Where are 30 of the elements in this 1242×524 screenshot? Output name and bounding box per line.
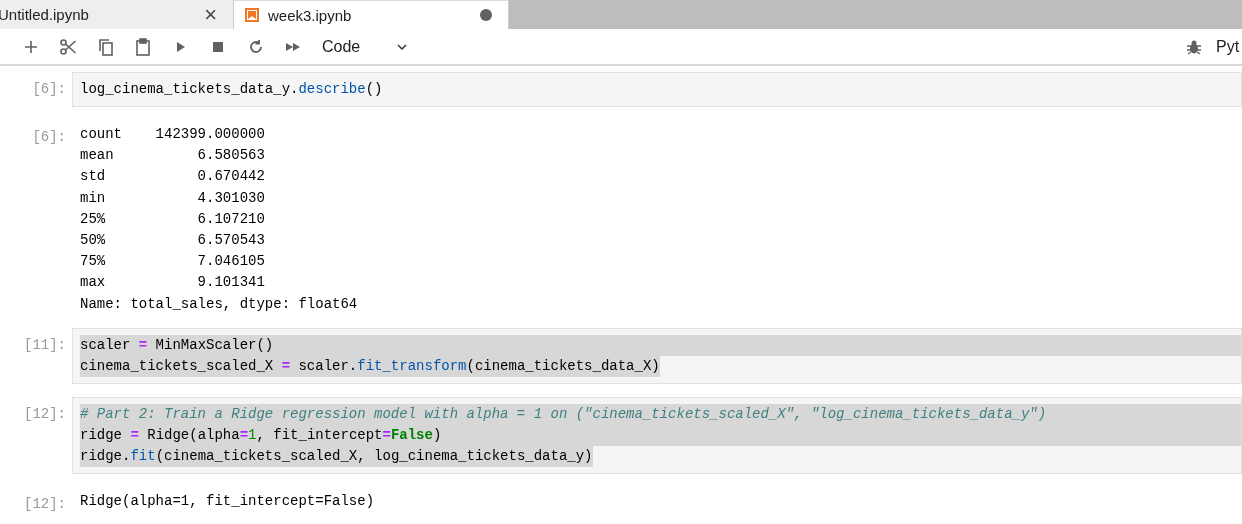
execution-count: [12]: xyxy=(23,404,67,424)
output-line: Name: total_sales, dtype: float64 xyxy=(80,294,358,314)
notebook-tab[interactable]: week3.ipynb xyxy=(234,0,509,29)
kernel-name[interactable]: Pyt xyxy=(1216,37,1242,56)
code-editor[interactable]: log_cinema_tickets_data_y.describe() xyxy=(72,72,1242,107)
output-line: 75% 7.046105 xyxy=(80,252,265,272)
code-editor[interactable]: scaler = MinMaxScaler() cinema_tickets_scaled_X = scaler.fit_transform(cinema_tickets_data_X) xyxy=(72,327,1242,384)
scissors-icon xyxy=(59,37,78,56)
execution-count: [6]: xyxy=(31,128,67,147)
close-icon[interactable]: × xyxy=(204,3,217,26)
output-line: std 0.670442 xyxy=(80,167,265,187)
output-line: min 4.301030 xyxy=(80,188,265,208)
output-line: count 142399.000000 xyxy=(80,125,265,144)
copy-icon xyxy=(96,37,115,56)
execution-count: [11]: xyxy=(23,335,67,355)
code-line: log_cinema_tickets_data_y.describe() xyxy=(80,80,384,99)
cell-type-dropdown[interactable]: Code xyxy=(318,35,413,58)
output-line: 50% 6.570543 xyxy=(80,231,265,250)
execution-count: [6]: xyxy=(31,80,67,99)
output-line: Ridge(alpha=1, fit_intercept=False) xyxy=(80,491,375,511)
bug-icon[interactable] xyxy=(1186,38,1202,55)
clipboard-icon xyxy=(134,37,153,56)
code-editor[interactable] xyxy=(72,396,1242,474)
play-icon xyxy=(176,41,185,52)
notebook-tab[interactable]: Untitled.ipynb × xyxy=(0,0,234,29)
notebook-icon xyxy=(244,7,260,23)
execution-count: [12]: xyxy=(23,494,67,514)
output-line: max 9.101341 xyxy=(80,273,265,293)
output-line: mean 6.580563 xyxy=(80,146,265,166)
output-line: 25% 6.107210 xyxy=(80,209,265,229)
